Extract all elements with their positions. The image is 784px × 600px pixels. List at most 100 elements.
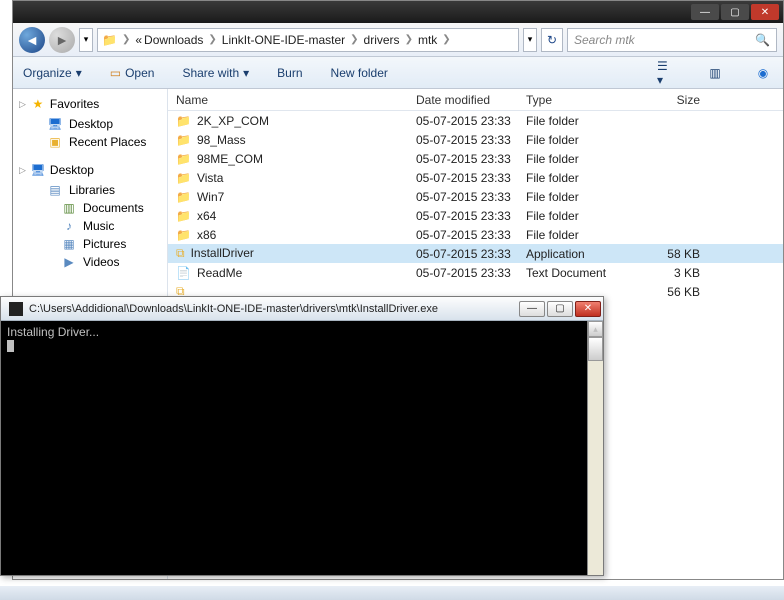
file-row[interactable]: 📁x6405-07-2015 23:33File folder — [168, 206, 783, 225]
file-row[interactable]: 📁x8605-07-2015 23:33File folder — [168, 225, 783, 244]
close-button[interactable]: ✕ — [751, 4, 779, 20]
maximize-button[interactable]: ▢ — [721, 4, 749, 20]
file-name: 2K_XP_COM — [197, 114, 269, 128]
desktop-icon: 🖥 — [30, 163, 46, 177]
file-row[interactable]: 📁Win705-07-2015 23:33File folder — [168, 187, 783, 206]
expand-icon: ▷ — [19, 165, 26, 176]
organize-menu[interactable]: Organize ▾ — [23, 66, 82, 80]
file-size: 3 KB — [628, 266, 708, 280]
help-button[interactable]: ◉ — [753, 63, 773, 83]
new-folder-button[interactable]: New folder — [331, 66, 388, 80]
file-row[interactable]: ⧉InstallDriver05-07-2015 23:33Applicatio… — [168, 244, 783, 263]
folder-icon: 📁 — [176, 171, 191, 185]
chevron-down-icon: ▾ — [76, 66, 82, 80]
chevron-down-icon: ▾ — [243, 66, 249, 80]
console-output-line: Installing Driver... — [7, 325, 597, 339]
console-minimize-button[interactable]: — — [519, 301, 545, 317]
sidebar-item-desktop[interactable]: 🖥Desktop — [19, 115, 161, 133]
search-input[interactable]: Search mtk 🔍 — [567, 28, 777, 52]
expand-icon: ▷ — [19, 99, 26, 110]
chevron-right-icon: ❯ — [208, 34, 216, 45]
file-type: File folder — [518, 152, 628, 166]
console-window: C:\Users\Addidional\Downloads\LinkIt-ONE… — [0, 296, 604, 576]
console-titlebar[interactable]: C:\Users\Addidional\Downloads\LinkIt-ONE… — [1, 297, 603, 321]
breadcrumb-item[interactable]: Downloads — [144, 33, 203, 47]
open-button[interactable]: ▭Open — [110, 66, 155, 80]
chevron-right-icon: ❯ — [122, 34, 130, 45]
file-row[interactable]: 📁2K_XP_COM05-07-2015 23:33File folder — [168, 111, 783, 130]
minimize-button[interactable]: — — [691, 4, 719, 20]
preview-pane-button[interactable]: ▥ — [705, 63, 725, 83]
console-close-button[interactable]: ✕ — [575, 301, 601, 317]
recent-icon: ▣ — [47, 135, 63, 149]
file-name: ReadMe — [197, 266, 242, 280]
breadcrumb-item[interactable]: mtk — [418, 33, 437, 47]
sidebar-item-pictures[interactable]: ▦Pictures — [19, 235, 161, 253]
file-name: x64 — [197, 209, 216, 223]
file-date: 05-07-2015 23:33 — [408, 133, 518, 147]
breadcrumb-dropdown[interactable]: ▾ — [523, 28, 537, 52]
sidebar-item-music[interactable]: ♪Music — [19, 217, 161, 235]
view-options-button[interactable]: ☰ ▾ — [657, 63, 677, 83]
cursor — [7, 340, 14, 352]
chevron-right-icon: ❯ — [442, 34, 450, 45]
file-date: 05-07-2015 23:33 — [408, 114, 518, 128]
file-row[interactable]: 📁Vista05-07-2015 23:33File folder — [168, 168, 783, 187]
folder-icon: 📁 — [176, 209, 191, 223]
forward-button[interactable]: ► — [49, 27, 75, 53]
file-date: 05-07-2015 23:33 — [408, 209, 518, 223]
toolbar: Organize ▾ ▭Open Share with ▾ Burn New f… — [13, 57, 783, 89]
folder-icon: 📁 — [176, 114, 191, 128]
pictures-icon: ▦ — [61, 237, 77, 251]
file-name: x86 — [197, 228, 216, 242]
desktop-group[interactable]: ▷ 🖥 Desktop — [19, 163, 161, 177]
scroll-up-icon[interactable]: ▴ — [588, 321, 603, 337]
chevron-right-icon: ❯ — [350, 34, 358, 45]
refresh-button[interactable]: ↻ — [541, 28, 563, 52]
file-date: 05-07-2015 23:33 — [408, 171, 518, 185]
file-date: 05-07-2015 23:33 — [408, 247, 518, 261]
console-maximize-button[interactable]: ▢ — [547, 301, 573, 317]
breadcrumb[interactable]: 📁 ❯ « Downloads ❯ LinkIt-ONE-IDE-master … — [97, 28, 519, 52]
burn-button[interactable]: Burn — [277, 66, 302, 80]
share-menu[interactable]: Share with ▾ — [182, 66, 249, 80]
taskbar[interactable] — [0, 586, 784, 600]
file-type: File folder — [518, 228, 628, 242]
address-bar: ◄ ► ▾ 📁 ❯ « Downloads ❯ LinkIt-ONE-IDE-m… — [13, 23, 783, 57]
file-name: InstallDriver — [191, 246, 254, 260]
file-date: 05-07-2015 23:33 — [408, 152, 518, 166]
console-scrollbar[interactable]: ▴ — [587, 321, 603, 575]
file-name: Win7 — [197, 190, 224, 204]
titlebar: — ▢ ✕ — [13, 1, 783, 23]
history-dropdown[interactable]: ▾ — [79, 28, 93, 52]
file-type: File folder — [518, 171, 628, 185]
file-row[interactable]: 📁98ME_COM05-07-2015 23:33File folder — [168, 149, 783, 168]
back-button[interactable]: ◄ — [19, 27, 45, 53]
sidebar-item-documents[interactable]: ▥Documents — [19, 199, 161, 217]
desktop-icon: 🖥 — [47, 117, 63, 131]
sidebar-item-libraries[interactable]: ▤Libraries — [19, 181, 161, 199]
cmd-icon — [9, 302, 23, 316]
console-body[interactable]: Installing Driver... ▴ — [1, 321, 603, 575]
col-date[interactable]: Date modified — [408, 93, 518, 107]
videos-icon: ▶ — [61, 255, 77, 269]
breadcrumb-item[interactable]: drivers — [364, 33, 400, 47]
breadcrumb-item[interactable]: LinkIt-ONE-IDE-master — [222, 33, 345, 47]
search-placeholder: Search mtk — [574, 33, 635, 47]
scroll-thumb[interactable] — [588, 337, 603, 361]
libraries-icon: ▤ — [47, 183, 63, 197]
sidebar-item-videos[interactable]: ▶Videos — [19, 253, 161, 271]
column-headers: Name Date modified Type Size — [168, 89, 783, 111]
folder-icon: 📁 — [176, 228, 191, 242]
favorites-group[interactable]: ▷ ★ Favorites — [19, 97, 161, 111]
sidebar-item-recent[interactable]: ▣Recent Places — [19, 133, 161, 151]
file-type: File folder — [518, 133, 628, 147]
col-size[interactable]: Size — [628, 93, 708, 107]
col-type[interactable]: Type — [518, 93, 628, 107]
file-row[interactable]: 📁98_Mass05-07-2015 23:33File folder — [168, 130, 783, 149]
file-name: 98ME_COM — [197, 152, 263, 166]
file-date: 05-07-2015 23:33 — [408, 190, 518, 204]
col-name[interactable]: Name — [168, 93, 408, 107]
file-name: 98_Mass — [197, 133, 246, 147]
file-row[interactable]: 📄ReadMe05-07-2015 23:33Text Document3 KB — [168, 263, 783, 282]
